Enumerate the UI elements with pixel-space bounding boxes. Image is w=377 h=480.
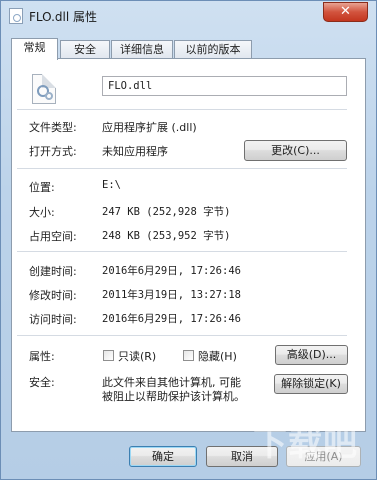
properties-window: FLO.dll 属性 ✕ 常规 安全 详细信息 以前的版本 FLO.dll 文件…: [0, 0, 377, 480]
size-on-disk-label: 占用空间:: [29, 230, 77, 243]
tab-security[interactable]: 安全: [60, 40, 110, 59]
size-label: 大小:: [29, 206, 55, 219]
readonly-label[interactable]: 只读(R): [118, 348, 156, 364]
created-value: 2016年6月29日, 17:26:46: [102, 265, 241, 277]
location-label: 位置:: [29, 181, 55, 194]
hidden-label[interactable]: 隐藏(H): [198, 348, 237, 364]
ok-button[interactable]: 确定: [129, 446, 197, 467]
dll-file-icon: [32, 74, 56, 104]
tab-details[interactable]: 详细信息: [111, 40, 173, 59]
size-value: 247 KB (252,928 字节): [102, 206, 231, 218]
created-label: 创建时间:: [29, 265, 77, 278]
modified-value: 2011年3月19日, 13:27:18: [102, 289, 241, 301]
file-type-value: 应用程序扩展 (.dll): [102, 121, 197, 134]
watermark-logo: 下载吧: [253, 424, 358, 464]
file-type-label: 文件类型:: [29, 121, 77, 134]
title-bar[interactable]: FLO.dll 属性 ✕: [1, 1, 376, 31]
accessed-value: 2016年6月29日, 17:26:46: [102, 313, 241, 325]
attributes-label: 属性:: [29, 350, 55, 363]
tab-previous-versions[interactable]: 以前的版本: [174, 40, 252, 59]
readonly-checkbox[interactable]: [103, 350, 114, 361]
size-on-disk-value: 248 KB (253,952 字节): [102, 230, 231, 242]
separator: [17, 109, 347, 110]
separator: [17, 335, 347, 336]
modified-label: 修改时间:: [29, 289, 77, 302]
location-value: E:\: [102, 179, 121, 191]
security-message-line2: 被阻止以帮助保护该计算机。: [102, 390, 245, 403]
change-button[interactable]: 更改(C)...: [244, 140, 347, 161]
separator: [17, 168, 347, 169]
hidden-checkbox[interactable]: [183, 350, 194, 361]
close-button[interactable]: ✕: [323, 2, 368, 22]
open-with-label: 打开方式:: [29, 145, 77, 158]
advanced-button[interactable]: 高级(D)...: [275, 345, 348, 365]
filename-field[interactable]: FLO.dll: [102, 76, 347, 96]
window-title: FLO.dll 属性: [29, 10, 98, 24]
file-icon: [9, 8, 23, 24]
accessed-label: 访问时间:: [29, 313, 77, 326]
unblock-button[interactable]: 解除锁定(K): [274, 374, 348, 394]
separator: [17, 251, 347, 252]
open-with-value: 未知应用程序: [102, 145, 168, 158]
tab-general[interactable]: 常规: [11, 38, 58, 60]
security-label: 安全:: [29, 376, 55, 389]
